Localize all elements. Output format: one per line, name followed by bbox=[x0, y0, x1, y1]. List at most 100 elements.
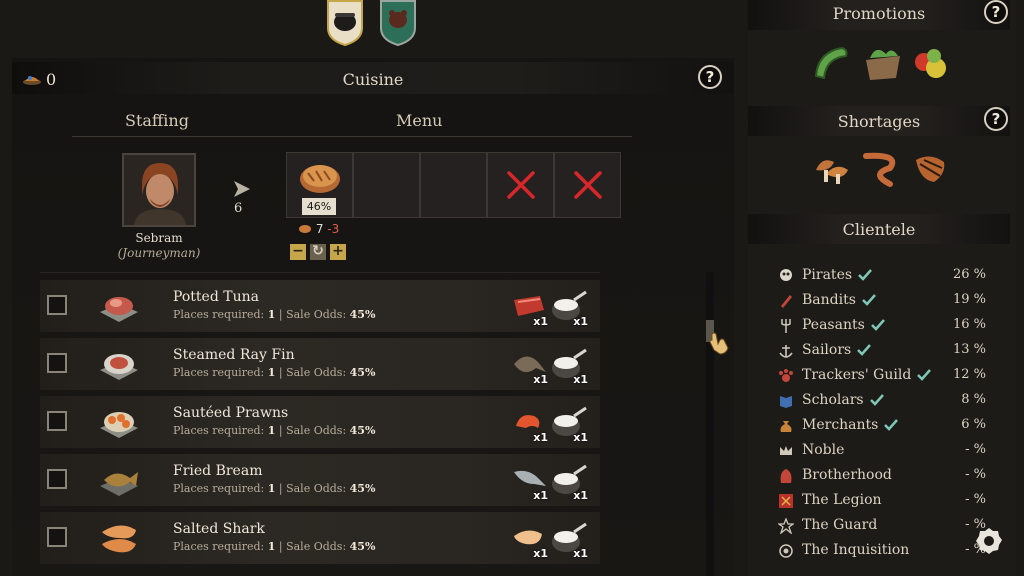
avatar bbox=[124, 155, 194, 225]
places-count: 6 bbox=[234, 201, 243, 216]
stat-delta: -3 bbox=[327, 222, 340, 236]
client-row-the-guard: The Guard - % bbox=[778, 516, 988, 536]
hood-icon bbox=[780, 469, 792, 483]
recipe-checkbox[interactable] bbox=[47, 353, 67, 373]
apples-icon[interactable] bbox=[910, 44, 950, 82]
ingredient-salt: x1 bbox=[550, 406, 588, 444]
food-icon bbox=[299, 225, 311, 233]
recipe-row[interactable]: Fried Bream Places required: 1 | Sale Od… bbox=[40, 454, 600, 506]
menu-slot-5-locked bbox=[554, 152, 621, 218]
sea-cucumber-icon[interactable] bbox=[812, 44, 852, 82]
star-badge-icon bbox=[778, 518, 794, 534]
recipe-details: Places required: 1 | Sale Odds: 45% bbox=[173, 540, 376, 553]
shortages-help-button[interactable]: ? bbox=[984, 107, 1008, 131]
worker-rank: (Journeyman) bbox=[117, 246, 201, 260]
recipe-row[interactable]: Potted Tuna Places required: 1 | Sale Od… bbox=[40, 280, 600, 332]
steamed-ray-fin-icon bbox=[100, 354, 138, 380]
increase-button[interactable]: + bbox=[330, 244, 346, 260]
recipe-row[interactable]: Steamed Ray Fin Places required: 1 | Sal… bbox=[40, 338, 600, 390]
recipe-checkbox[interactable] bbox=[47, 411, 67, 431]
slot-stats: 7 -3 bbox=[298, 222, 339, 236]
client-row-the-inquisition: The Inquisition - % bbox=[778, 541, 988, 561]
menu-heading: Menu bbox=[396, 111, 443, 130]
stat-value: 7 bbox=[315, 222, 324, 236]
recipe-checkbox[interactable] bbox=[47, 469, 67, 489]
client-row-scholars: Scholars 8 % bbox=[778, 391, 988, 411]
clientele-title: Clientele bbox=[842, 220, 916, 239]
client-row-noble: Noble - % bbox=[778, 441, 988, 461]
arrow-right-icon bbox=[234, 181, 250, 197]
check-icon bbox=[858, 269, 872, 281]
check-icon bbox=[884, 419, 899, 431]
fish-icon[interactable] bbox=[910, 150, 950, 190]
menu-slot-3[interactable] bbox=[420, 152, 487, 218]
worker-name: Sebram bbox=[135, 231, 183, 245]
client-row-trackers-guild: Trackers' Guild 12 % bbox=[778, 366, 988, 386]
fried-bream-icon bbox=[100, 472, 138, 496]
ingredient-tuna: x1 bbox=[510, 290, 548, 328]
eel-icon[interactable] bbox=[860, 150, 904, 190]
client-row-pirates: Pirates 26 % bbox=[778, 266, 988, 286]
settings-gear-icon[interactable] bbox=[974, 526, 1004, 556]
book-icon bbox=[780, 396, 792, 408]
eye-ring-icon bbox=[779, 544, 793, 558]
recipe-name: Steamed Ray Fin bbox=[173, 347, 295, 363]
section-divider bbox=[72, 136, 632, 137]
bear-banner-icon bbox=[380, 0, 416, 47]
paw-icon bbox=[779, 369, 793, 382]
legion-banner-icon bbox=[779, 494, 793, 508]
dagger-icon bbox=[781, 295, 792, 308]
help-button[interactable]: ? bbox=[698, 65, 722, 89]
tab-cuisine[interactable] bbox=[325, 0, 365, 47]
recipe-details: Places required: 1 | Sale Odds: 45% bbox=[173, 308, 376, 321]
client-row-merchants: Merchants 6 % bbox=[778, 416, 988, 436]
recipe-details: Places required: 1 | Sale Odds: 45% bbox=[173, 482, 376, 495]
cooking-pot-icon bbox=[327, 0, 363, 47]
coin-bag-icon bbox=[780, 421, 792, 432]
reset-button[interactable]: ↻ bbox=[310, 244, 326, 260]
ingredient-salt: x1 bbox=[550, 522, 588, 560]
ingredient-salt: x1 bbox=[550, 464, 588, 502]
pitchfork-icon bbox=[781, 319, 791, 333]
sauteed-prawns-icon bbox=[100, 412, 138, 438]
recipe-checkbox[interactable] bbox=[47, 295, 67, 315]
recipe-name: Salted Shark bbox=[173, 521, 265, 537]
check-icon bbox=[869, 394, 884, 406]
worker-portrait[interactable] bbox=[122, 153, 196, 227]
staffing-heading: Staffing bbox=[125, 111, 189, 130]
recipe-row[interactable]: Sautéed Prawns Places required: 1 | Sale… bbox=[40, 396, 600, 448]
client-row-the-legion: The Legion - % bbox=[778, 491, 988, 511]
promotions-title: Promotions bbox=[832, 4, 926, 23]
check-icon bbox=[870, 319, 885, 331]
menu-slot-2[interactable] bbox=[353, 152, 420, 218]
check-icon bbox=[917, 369, 932, 381]
tab-bear[interactable] bbox=[378, 0, 418, 47]
promotions-help-button[interactable]: ? bbox=[984, 0, 1008, 24]
ingredient-salt: x1 bbox=[550, 348, 588, 386]
bread-loaf-icon bbox=[300, 165, 340, 193]
sidebar bbox=[748, 0, 1016, 576]
red-x-icon bbox=[574, 171, 602, 199]
shortages-title: Shortages bbox=[837, 112, 921, 131]
basket-icon[interactable] bbox=[862, 42, 904, 82]
client-row-sailors: Sailors 13 % bbox=[778, 341, 988, 361]
potted-tuna-icon bbox=[100, 297, 138, 322]
recipe-details: Places required: 1 | Sale Odds: 45% bbox=[173, 424, 376, 437]
check-icon bbox=[857, 344, 872, 356]
mushrooms-icon[interactable] bbox=[812, 152, 852, 188]
red-x-icon bbox=[507, 171, 535, 199]
recipe-row[interactable]: Salted Shark Places required: 1 | Sale O… bbox=[40, 512, 600, 564]
recipe-scrollbar[interactable] bbox=[706, 272, 714, 576]
list-divider bbox=[40, 272, 600, 273]
decrease-button[interactable]: − bbox=[290, 244, 306, 260]
recipe-name: Fried Bream bbox=[173, 463, 263, 479]
client-row-brotherhood: Brotherhood - % bbox=[778, 466, 988, 486]
salted-shark-icon bbox=[102, 525, 136, 553]
ingredient-bream: x1 bbox=[510, 464, 548, 502]
sale-odds-badge: 46% bbox=[302, 198, 336, 215]
cuisine-header: 0 Cuisine ? bbox=[12, 62, 734, 94]
recipe-checkbox[interactable] bbox=[47, 527, 67, 547]
crown-icon bbox=[780, 446, 792, 455]
client-row-peasants: Peasants 16 % bbox=[778, 316, 988, 336]
page-title: Cuisine bbox=[342, 70, 404, 89]
